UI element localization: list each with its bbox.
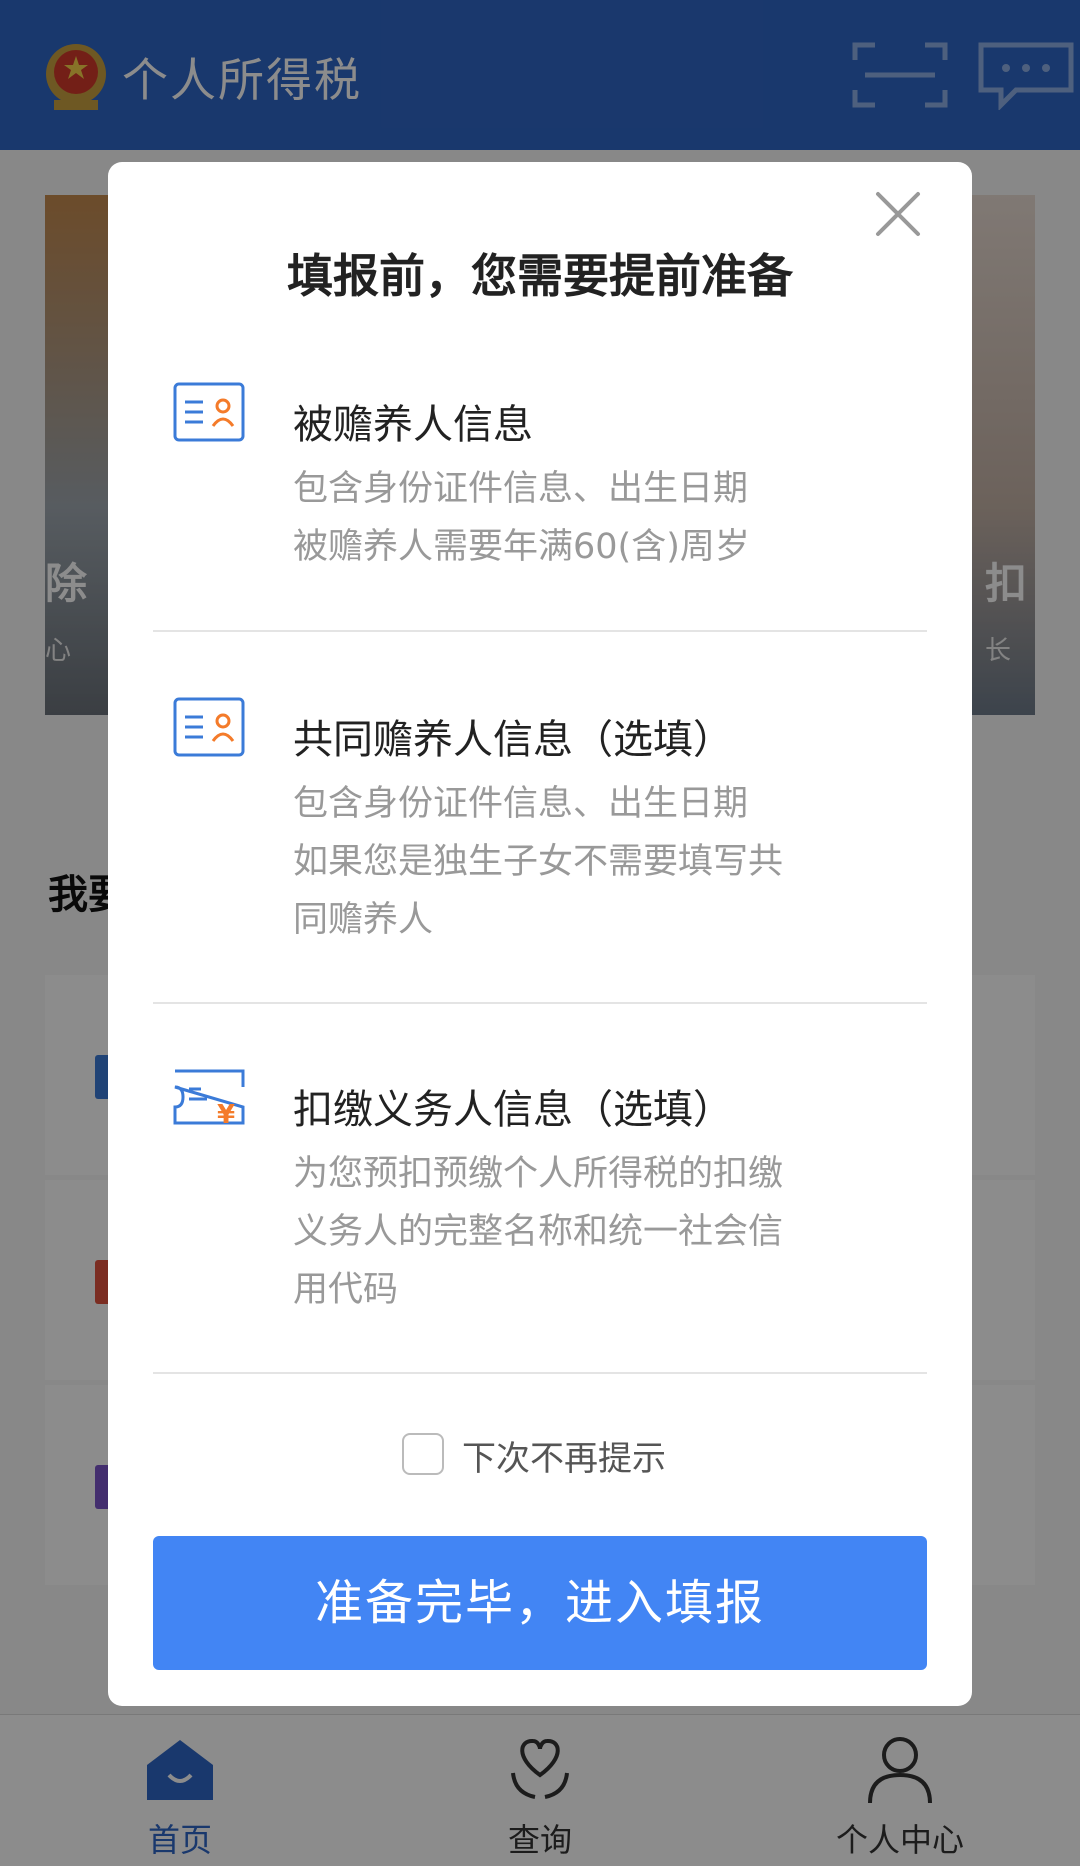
list-item: ¥ 扣缴义务人信息（选填） 为您预扣预缴个人所得税的扣缴 义务人的完整名称和统一…: [153, 1067, 927, 1310]
desc-line: 为您预扣预缴个人所得税的扣缴: [293, 1154, 784, 1194]
divider: [153, 1002, 927, 1004]
ticket-yuan-icon: ¥: [173, 1069, 245, 1127]
desc-line: 包含身份证件信息、出生日期: [293, 784, 749, 824]
desc-line: 义务人的完整名称和统一社会信: [293, 1212, 784, 1252]
svg-text:¥: ¥: [217, 1100, 235, 1127]
desc-line: 同赡养人: [293, 900, 434, 940]
item-description: 包含身份证件信息、出生日期 被赡养人需要年满60(含)周岁: [293, 460, 853, 576]
close-icon[interactable]: [872, 188, 924, 240]
id-card-icon: [173, 697, 245, 757]
dialog-title: 填报前，您需要提前准备: [287, 249, 793, 303]
divider: [153, 1372, 927, 1374]
item-description: 包含身份证件信息、出生日期 如果您是独生子女不需要填写共 同赡养人: [293, 775, 853, 949]
item-title: 被赡养人信息: [293, 402, 533, 448]
divider: [153, 630, 927, 632]
desc-line: 如果您是独生子女不需要填写共: [293, 842, 784, 882]
dont-remind-checkbox[interactable]: [402, 1433, 444, 1475]
start-filing-button[interactable]: 准备完毕，进入填报: [153, 1536, 927, 1670]
desc-line: 包含身份证件信息、出生日期: [293, 469, 749, 509]
item-title: 共同赡养人信息（选填）: [293, 717, 733, 763]
list-item: 被赡养人信息 包含身份证件信息、出生日期 被赡养人需要年满60(含)周岁: [153, 382, 927, 582]
dont-remind-label[interactable]: 下次不再提示: [462, 1431, 666, 1480]
item-description: 为您预扣预缴个人所得税的扣缴 义务人的完整名称和统一社会信 用代码: [293, 1145, 853, 1319]
item-title: 扣缴义务人信息（选填）: [293, 1087, 733, 1133]
preparation-dialog: 填报前，您需要提前准备 被赡养人信息 包含身份证件信息、出生日期 被赡养人需要年…: [108, 162, 972, 1706]
id-card-icon: [173, 382, 245, 442]
dont-remind-row[interactable]: 下次不再提示: [108, 1424, 972, 1484]
list-item: 共同赡养人信息（选填） 包含身份证件信息、出生日期 如果您是独生子女不需要填写共…: [153, 697, 927, 940]
desc-line: 被赡养人需要年满60(含)周岁: [293, 527, 750, 567]
desc-line: 用代码: [293, 1270, 399, 1310]
